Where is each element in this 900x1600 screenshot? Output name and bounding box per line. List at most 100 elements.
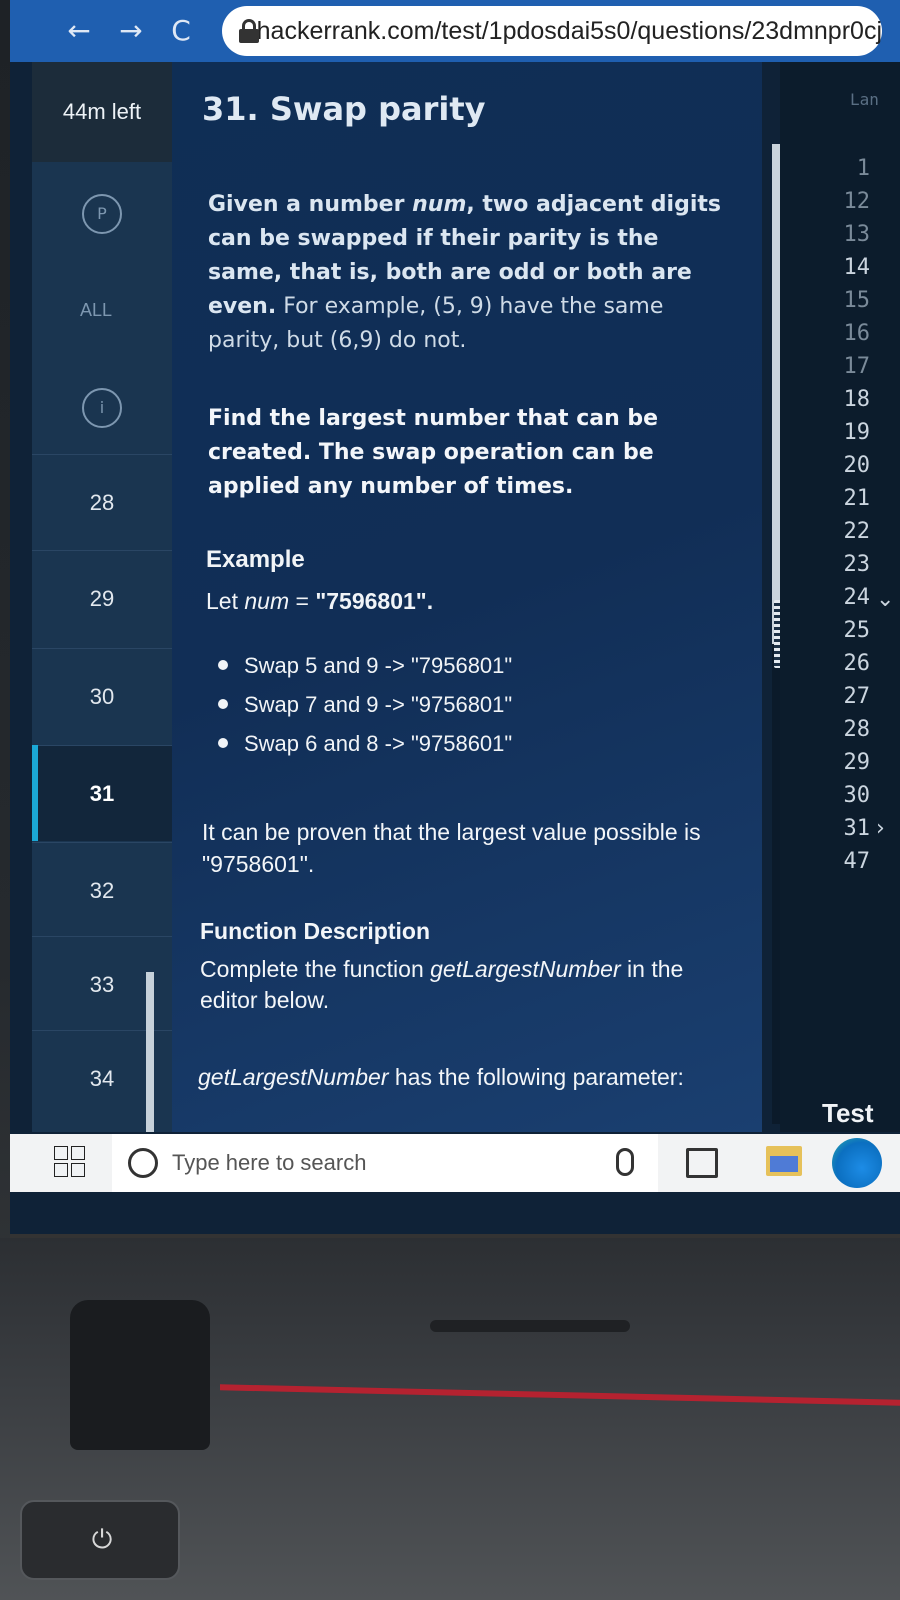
list-item: Swap 7 and 9 -> "9756801" — [218, 685, 512, 724]
line-number: 47 — [843, 849, 871, 874]
question-item-30[interactable]: 30 — [32, 648, 172, 744]
parameter-description: getLargestNumber has the following param… — [198, 1062, 738, 1093]
fold-down-icon[interactable]: ⌄ — [876, 587, 894, 612]
screen: ← → C hackerrank.com/test/1pdosdai5s0/qu… — [10, 0, 900, 1238]
flag-icon[interactable]: P — [82, 194, 122, 234]
timer-box: 44m left — [32, 62, 172, 162]
line-number: 1 — [856, 156, 870, 181]
edge-browser-icon[interactable] — [832, 1138, 882, 1188]
bullet-icon — [218, 660, 228, 670]
line-number: 31 — [843, 816, 871, 841]
bullet-icon — [218, 699, 228, 709]
function-name: getLargestNumber — [430, 956, 621, 982]
laptop-hinge — [70, 1300, 210, 1450]
question-item-29[interactable]: 29 — [32, 550, 172, 646]
question-item-32[interactable]: 32 — [32, 842, 172, 938]
example-let-label: Let — [206, 588, 245, 614]
line-number: 29 — [843, 750, 871, 775]
windows-start-icon[interactable] — [54, 1146, 86, 1178]
question-number: 34 — [89, 1065, 115, 1091]
line-number: 27 — [843, 684, 871, 709]
address-bar[interactable]: hackerrank.com/test/1pdosdai5s0/question… — [222, 6, 882, 56]
line-number: 22 — [843, 519, 871, 544]
step-text: Swap 7 and 9 -> "9756801" — [244, 692, 513, 717]
statement-variable: num — [412, 192, 467, 217]
question-title: 31. Swap parity — [202, 90, 486, 128]
proof-statement: It can be proven that the largest value … — [202, 819, 701, 877]
line-number: 18 — [843, 387, 871, 412]
example-value: "7596801". — [315, 588, 434, 614]
line-number: 28 — [843, 717, 871, 742]
line-number: 26 — [843, 651, 871, 676]
problem-statement: Given a number num, two adjacent digits … — [208, 188, 738, 358]
function-description-text: Complete the function — [200, 956, 431, 982]
line-number: 21 — [843, 486, 871, 511]
question-panel: 31. Swap parity Given a number num, two … — [172, 62, 782, 1132]
bullet-icon — [218, 738, 228, 748]
question-number: 33 — [89, 971, 115, 997]
line-number: 24 — [843, 585, 871, 610]
question-navigator: 44m left P ALL i 28 29 30 31 32 33 34 — [32, 62, 172, 1132]
line-number-gutter: 1 12 13 14 15 16 17 18 19 20 21 22 23 24… — [790, 152, 871, 878]
taskbar-search[interactable]: Type here to search — [112, 1134, 658, 1192]
search-placeholder: Type here to search — [172, 1150, 367, 1175]
timer-text: 44m left — [62, 99, 142, 124]
question-number: 31 — [89, 780, 115, 806]
function-name: getLargestNumber — [198, 1064, 389, 1090]
question-number: 32 — [89, 877, 115, 903]
power-button[interactable]: ⏻ — [20, 1500, 180, 1580]
taskbar: Type here to search — [10, 1134, 900, 1192]
line-number: 17 — [843, 354, 871, 379]
task-statement: Find the largest number that can be crea… — [208, 406, 659, 499]
line-number: 25 — [843, 618, 871, 643]
parameter-text: has the following parameter: — [388, 1064, 684, 1090]
forward-icon[interactable]: → — [110, 10, 152, 52]
test-tab[interactable]: Test — [822, 1098, 874, 1129]
lock-icon — [238, 19, 259, 43]
file-explorer-icon[interactable] — [766, 1146, 802, 1176]
step-text: Swap 6 and 8 -> "9758601" — [244, 731, 513, 756]
fold-right-icon[interactable]: › — [876, 816, 885, 841]
back-icon[interactable]: ← — [58, 10, 100, 52]
url-text: hackerrank.com/test/1pdosdai5s0/question… — [256, 16, 882, 45]
reload-icon[interactable]: C — [160, 10, 202, 52]
hinge-slot — [430, 1320, 630, 1332]
info-icon[interactable]: i — [82, 388, 122, 428]
question-number: 30 — [89, 683, 115, 709]
question-item-31[interactable]: 31 — [32, 745, 172, 841]
function-description: Complete the function getLargestNumber i… — [200, 954, 740, 1016]
example-heading: Example — [206, 546, 305, 573]
navigator-scrollbar[interactable] — [146, 972, 154, 1132]
language-selector[interactable]: Lan — [850, 90, 879, 109]
line-number: 13 — [843, 222, 871, 247]
browser-toolbar: ← → C hackerrank.com/test/1pdosdai5s0/qu… — [10, 0, 900, 62]
power-icon: ⏻ — [91, 1525, 113, 1555]
filter-all[interactable]: ALL — [80, 300, 112, 321]
list-item: Swap 5 and 9 -> "7956801" — [218, 646, 512, 685]
statement-text: Given a number — [208, 192, 413, 217]
active-indicator — [32, 745, 38, 841]
task-view-icon[interactable] — [686, 1148, 718, 1178]
line-number: 12 — [843, 189, 871, 214]
line-number: 20 — [843, 453, 871, 478]
question-item-28[interactable]: 28 — [32, 454, 172, 550]
line-number: 30 — [843, 783, 871, 808]
line-number: 15 — [843, 288, 871, 313]
example-equals: = — [289, 588, 316, 614]
microphone-icon[interactable] — [616, 1148, 634, 1176]
function-description-heading: Function Description — [200, 918, 430, 944]
list-item: Swap 6 and 8 -> "9758601" — [218, 724, 512, 763]
cortana-icon — [128, 1148, 158, 1178]
question-number: 29 — [89, 585, 115, 611]
line-number: 23 — [843, 552, 871, 577]
line-number: 19 — [843, 420, 871, 445]
example-steps: Swap 5 and 9 -> "7956801" Swap 7 and 9 -… — [218, 646, 512, 763]
line-number: 14 — [843, 255, 871, 280]
code-editor[interactable]: Lan 1 12 13 14 15 16 17 18 19 20 21 22 2… — [780, 62, 900, 1132]
example-input: Let num = "7596801". — [206, 588, 433, 615]
statement-example: For example, (5, 9) have the same parity… — [208, 294, 664, 353]
example-variable: num — [244, 588, 290, 614]
question-number: 28 — [89, 489, 115, 515]
step-text: Swap 5 and 9 -> "7956801" — [244, 653, 513, 678]
line-number: 16 — [843, 321, 871, 346]
